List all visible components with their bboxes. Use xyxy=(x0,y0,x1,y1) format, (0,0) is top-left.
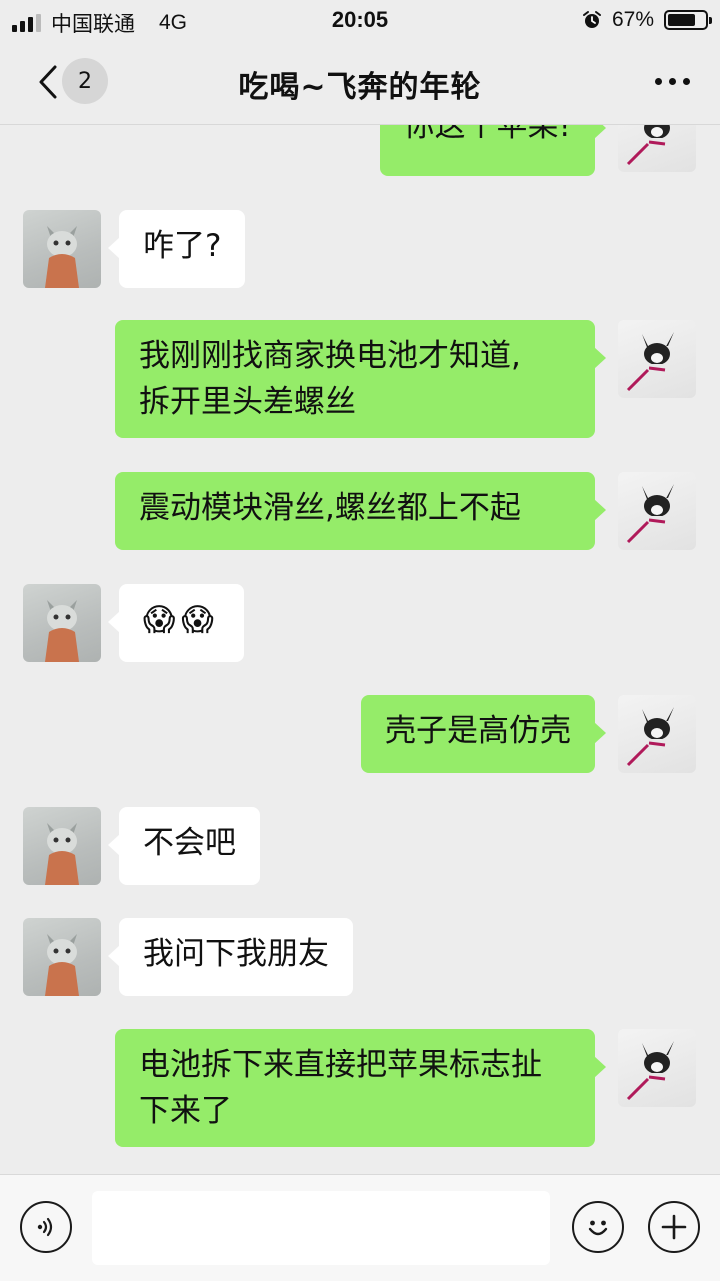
message-bubble-outgoing[interactable]: 你这个苹果! xyxy=(379,124,607,176)
smiley-icon xyxy=(588,1220,608,1236)
cat-avatar-icon xyxy=(45,823,79,885)
message-bubble-incoming[interactable]: 不会吧 xyxy=(108,807,260,885)
message-list[interactable]: 你这个苹果! 咋了? 我刚刚找商家换电池才知道, 拆开里头差螺丝 震动模块滑丝,… xyxy=(0,124,720,1174)
message-bubble-outgoing[interactable]: 震动模块滑丝,螺丝都上不起 xyxy=(115,472,606,550)
message-bubble-incoming[interactable]: 😱😱 xyxy=(108,584,244,662)
my-avatar[interactable] xyxy=(618,124,696,172)
battery-percent: 67% xyxy=(611,8,654,31)
dog-avatar-icon xyxy=(626,707,674,767)
message-bubble-outgoing[interactable]: 我刚刚找商家换电池才知道, 拆开里头差螺丝 xyxy=(115,320,606,438)
voice-input-button[interactable] xyxy=(20,1201,72,1253)
chat-header: 2 吃喝~飞奔的年轮 xyxy=(0,40,720,125)
plus-icon xyxy=(661,1214,687,1240)
my-avatar[interactable] xyxy=(618,695,696,773)
message-input[interactable] xyxy=(92,1191,550,1265)
my-avatar[interactable] xyxy=(618,320,696,398)
message-composer xyxy=(0,1174,720,1281)
cat-avatar-icon xyxy=(45,934,79,996)
voice-icon xyxy=(37,1217,53,1237)
contact-avatar[interactable] xyxy=(23,918,101,996)
message-bubble-incoming[interactable]: 咋了? xyxy=(107,210,246,288)
dog-avatar-icon xyxy=(626,124,670,166)
message-bubble-outgoing[interactable]: 电池拆下来直接把苹果标志扯 下来了 xyxy=(115,1029,606,1147)
more-functions-button[interactable] xyxy=(648,1201,700,1253)
my-avatar[interactable] xyxy=(618,472,696,550)
battery-icon xyxy=(664,10,712,30)
alarm-icon xyxy=(582,11,601,28)
more-options-button[interactable] xyxy=(655,78,690,85)
dog-avatar-icon xyxy=(626,332,674,392)
contact-avatar[interactable] xyxy=(23,807,101,885)
contact-avatar[interactable] xyxy=(23,210,101,288)
my-avatar[interactable] xyxy=(618,1029,696,1107)
contact-avatar[interactable] xyxy=(23,584,101,662)
message-bubble-incoming[interactable]: 我问下我朋友 xyxy=(108,918,353,996)
status-bar: 中国联通 4G 20:05 67% xyxy=(0,0,720,40)
cat-avatar-icon xyxy=(45,600,79,662)
emoji-button[interactable] xyxy=(572,1201,624,1253)
chat-title: 吃喝~飞奔的年轮 xyxy=(238,70,482,105)
message-bubble-outgoing[interactable]: 壳子是高仿壳 xyxy=(361,695,606,773)
dog-avatar-icon xyxy=(626,1041,674,1101)
cat-avatar-icon xyxy=(45,226,79,288)
dog-avatar-icon xyxy=(626,484,674,544)
